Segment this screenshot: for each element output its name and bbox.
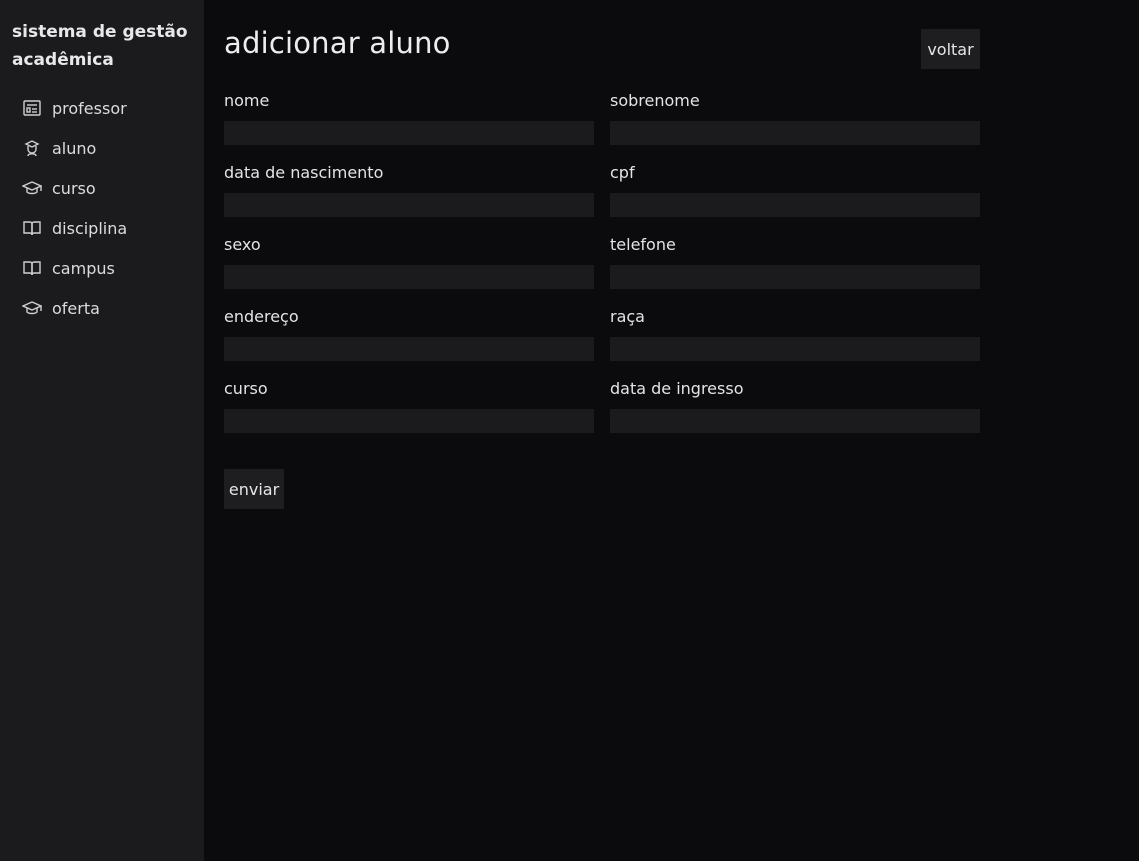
sidebar-item-label: campus: [52, 258, 115, 278]
field-label: nome: [224, 91, 270, 110]
main-content: adicionar aluno voltar nome sobrenome da…: [204, 0, 1139, 861]
submit-button[interactable]: enviar: [224, 469, 284, 509]
field-label: telefone: [610, 235, 676, 254]
field-label: data de nascimento: [224, 163, 384, 182]
field-nome: nome: [224, 90, 594, 162]
field-data-nascimento: data de nascimento: [224, 162, 594, 234]
graduation-cap-icon: [22, 298, 42, 318]
data-ingresso-input[interactable]: [610, 409, 980, 433]
student-icon: [22, 138, 42, 158]
sidebar-item-campus[interactable]: campus: [12, 248, 192, 288]
sobrenome-input[interactable]: [610, 121, 980, 145]
sidebar-item-disciplina[interactable]: disciplina: [12, 208, 192, 248]
curso-input[interactable]: [224, 409, 594, 433]
field-curso: curso: [224, 378, 594, 450]
field-label: sobrenome: [610, 91, 700, 110]
field-cpf: cpf: [610, 162, 980, 234]
field-label: curso: [224, 379, 268, 398]
cpf-input[interactable]: [610, 193, 980, 217]
sidebar-item-oferta[interactable]: oferta: [12, 288, 192, 328]
add-student-form: nome sobrenome data de nascimento cpf se…: [224, 90, 980, 450]
data-nascimento-input[interactable]: [224, 193, 594, 217]
endereco-input[interactable]: [224, 337, 594, 361]
graduation-cap-icon: [22, 178, 42, 198]
field-sexo: sexo: [224, 234, 594, 306]
field-raca: raça: [610, 306, 980, 378]
page-title: adicionar aluno: [224, 26, 451, 60]
app-title: sistema de gestão acadêmica: [12, 22, 188, 70]
sidebar-item-aluno[interactable]: aluno: [12, 128, 192, 168]
sidebar-item-label: aluno: [52, 138, 97, 158]
sidebar-item-curso[interactable]: curso: [12, 168, 192, 208]
book-open-icon: [22, 258, 42, 278]
sidebar: sistema de gestão acadêmica professor al…: [0, 0, 204, 861]
nome-input[interactable]: [224, 121, 594, 145]
sidebar-item-label: curso: [52, 178, 96, 198]
field-endereco: endereço: [224, 306, 594, 378]
sidebar-item-professor[interactable]: professor: [12, 88, 192, 128]
telefone-input[interactable]: [610, 265, 980, 289]
field-label: cpf: [610, 163, 635, 182]
field-sobrenome: sobrenome: [610, 90, 980, 162]
field-label: endereço: [224, 307, 299, 326]
field-label: raça: [610, 307, 645, 326]
sidebar-item-label: disciplina: [52, 218, 128, 238]
field-label: data de ingresso: [610, 379, 744, 398]
id-card-icon: [22, 98, 42, 118]
field-data-ingresso: data de ingresso: [610, 378, 980, 450]
book-open-icon: [22, 218, 42, 238]
sexo-input[interactable]: [224, 265, 594, 289]
sidebar-item-label: professor: [52, 98, 127, 118]
raca-input[interactable]: [610, 337, 980, 361]
sidebar-item-label: oferta: [52, 298, 100, 318]
field-label: sexo: [224, 235, 261, 254]
field-telefone: telefone: [610, 234, 980, 306]
back-button[interactable]: voltar: [921, 29, 980, 69]
app-root: sistema de gestão acadêmica professor al…: [0, 0, 1139, 861]
